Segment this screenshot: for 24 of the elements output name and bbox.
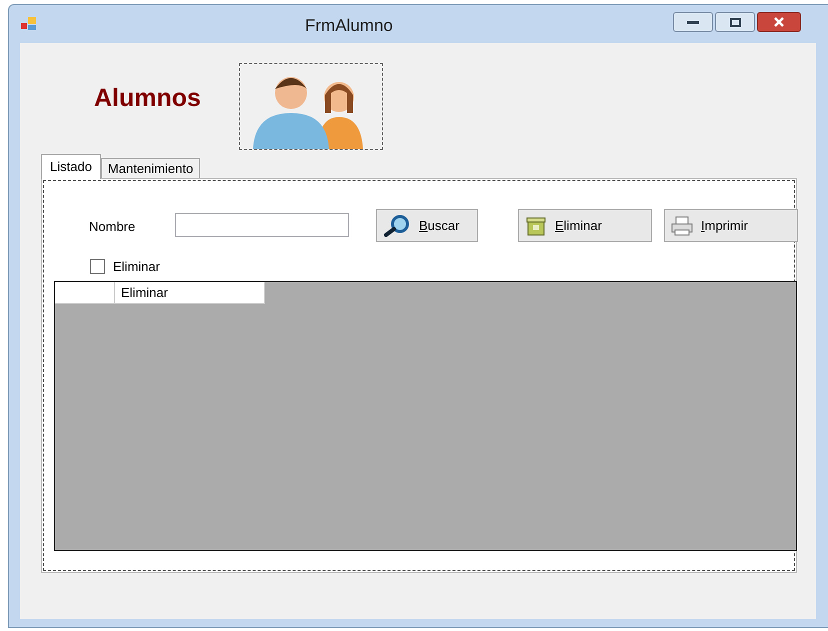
tab[interactable]: Mantenimiento [100, 158, 200, 179]
maximize-button[interactable] [715, 12, 755, 32]
window-title: FrmAlumno [305, 15, 393, 37]
search-icon [383, 214, 411, 238]
delete-button[interactable]: Eliminar [518, 209, 652, 242]
row-header-cell [55, 282, 115, 304]
search-button[interactable]: Buscar [376, 209, 478, 242]
print-button[interactable]: Imprimir [664, 209, 798, 242]
tab[interactable]: Listado [41, 154, 101, 179]
app-icon [21, 17, 37, 31]
field-label: Nombre [89, 218, 136, 236]
trash-bin-icon [525, 214, 547, 236]
column-header[interactable]: Eliminar [115, 282, 265, 304]
people-icon [238, 63, 383, 150]
minimize-button[interactable] [673, 12, 713, 32]
form-heading: Alumnos [94, 83, 201, 114]
checkbox[interactable] [90, 259, 105, 274]
printer-icon [671, 216, 693, 236]
minimize-icon [687, 20, 699, 24]
close-icon [773, 17, 785, 27]
checkbox-label: Eliminar [113, 258, 160, 276]
maximize-icon [730, 18, 740, 26]
name-input-field[interactable] [175, 213, 349, 237]
close-button[interactable] [757, 12, 801, 32]
